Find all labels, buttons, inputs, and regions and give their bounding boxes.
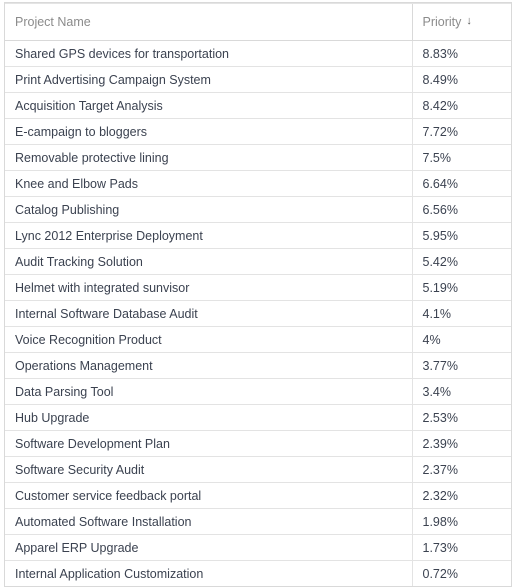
column-header-priority[interactable]: Priority ↓ — [411, 3, 511, 41]
table-row[interactable]: Internal Software Database Audit 4.1% — [5, 300, 511, 327]
cell-project-name: Lync 2012 Enterprise Deployment — [5, 222, 412, 249]
cell-priority: 7.72% — [411, 118, 511, 145]
table-row[interactable]: Customer service feedback portal 2.32% — [5, 482, 511, 509]
cell-project-name: Acquisition Target Analysis — [5, 92, 412, 119]
column-header-project-name-label: Project Name — [15, 15, 91, 29]
table-row[interactable]: Acquisition Target Analysis 8.42% — [5, 92, 511, 119]
table-row[interactable]: Audit Tracking Solution 5.42% — [5, 248, 511, 275]
project-priority-table: Project Name Priority ↓ Shared GPS devic… — [5, 3, 511, 586]
cell-project-name: Removable protective lining — [5, 144, 412, 171]
table-row[interactable]: Internal Application Customization 0.72% — [5, 560, 511, 586]
cell-priority: 6.64% — [411, 170, 511, 197]
cell-priority: 1.73% — [411, 534, 511, 561]
cell-priority: 0.72% — [411, 560, 511, 586]
table-row[interactable]: Operations Management 3.77% — [5, 352, 511, 379]
table-row[interactable]: Knee and Elbow Pads 6.64% — [5, 170, 511, 197]
cell-priority: 5.95% — [411, 222, 511, 249]
table-body: Shared GPS devices for transportation 8.8… — [5, 40, 511, 586]
table-row[interactable]: Catalog Publishing 6.56% — [5, 196, 511, 223]
table-row[interactable]: Lync 2012 Enterprise Deployment 5.95% — [5, 222, 511, 249]
cell-project-name: Automated Software Installation — [5, 508, 412, 535]
cell-priority: 2.53% — [411, 404, 511, 431]
table-row[interactable]: Helmet with integrated sunvisor 5.19% — [5, 274, 511, 301]
header-row: Project Name Priority ↓ — [5, 3, 511, 41]
cell-priority: 1.98% — [411, 508, 511, 535]
table-row[interactable]: Removable protective lining 7.5% — [5, 144, 511, 171]
table-row[interactable]: Shared GPS devices for transportation 8.8… — [5, 40, 511, 67]
column-header-priority-label: Priority — [422, 15, 462, 29]
cell-priority: 2.32% — [411, 482, 511, 509]
sort-descending-arrow-icon: ↓ — [466, 14, 472, 27]
cell-priority: 8.83% — [411, 40, 511, 67]
table-row[interactable]: Voice Recognition Product 4% — [5, 326, 511, 353]
cell-project-name: Knee and Elbow Pads — [5, 170, 412, 197]
cell-priority: 2.37% — [411, 456, 511, 483]
cell-priority: 4% — [411, 326, 511, 353]
cell-project-name: Operations Management — [5, 352, 412, 379]
cell-priority: 3.4% — [411, 378, 511, 405]
cell-priority: 3.77% — [411, 352, 511, 379]
cell-project-name: E-campaign to bloggers — [5, 118, 412, 145]
project-priority-grid: Project Name Priority ↓ Shared GPS devic… — [4, 2, 512, 587]
cell-project-name: Apparel ERP Upgrade — [5, 534, 412, 561]
cell-project-name: Software Security Audit — [5, 456, 412, 483]
cell-project-name: Software Development Plan — [5, 430, 412, 457]
cell-project-name: Helmet with integrated sunvisor — [5, 274, 412, 301]
table-row[interactable]: Automated Software Installation 1.98% — [5, 508, 511, 535]
cell-priority: 4.1% — [411, 300, 511, 327]
table-header: Project Name Priority ↓ — [5, 3, 511, 41]
cell-project-name: Voice Recognition Product — [5, 326, 412, 353]
table-row[interactable]: Software Development Plan 2.39% — [5, 430, 511, 457]
cell-project-name: Internal Software Database Audit — [5, 300, 412, 327]
column-header-project-name[interactable]: Project Name — [5, 3, 412, 41]
table-row[interactable]: Data Parsing Tool 3.4% — [5, 378, 511, 405]
table-row[interactable]: Apparel ERP Upgrade 1.73% — [5, 534, 511, 561]
cell-priority: 5.42% — [411, 248, 511, 275]
table-row[interactable]: Hub Upgrade 2.53% — [5, 404, 511, 431]
table-row[interactable]: Software Security Audit 2.37% — [5, 456, 511, 483]
cell-priority: 5.19% — [411, 274, 511, 301]
cell-project-name: Data Parsing Tool — [5, 378, 412, 405]
cell-project-name: Catalog Publishing — [5, 196, 412, 223]
cell-project-name: Internal Application Customization — [5, 560, 412, 586]
cell-priority: 6.56% — [411, 196, 511, 223]
cell-priority: 2.39% — [411, 430, 511, 457]
cell-project-name: Hub Upgrade — [5, 404, 412, 431]
cell-priority: 7.5% — [411, 144, 511, 171]
cell-project-name: Audit Tracking Solution — [5, 248, 412, 275]
cell-priority: 8.49% — [411, 66, 511, 93]
cell-project-name: Shared GPS devices for transportation — [5, 40, 412, 67]
cell-project-name: Customer service feedback portal — [5, 482, 412, 509]
cell-project-name: Print Advertising Campaign System — [5, 66, 412, 93]
table-row[interactable]: Print Advertising Campaign System 8.49% — [5, 66, 511, 93]
cell-priority: 8.42% — [411, 92, 511, 119]
table-row[interactable]: E-campaign to bloggers 7.72% — [5, 118, 511, 145]
